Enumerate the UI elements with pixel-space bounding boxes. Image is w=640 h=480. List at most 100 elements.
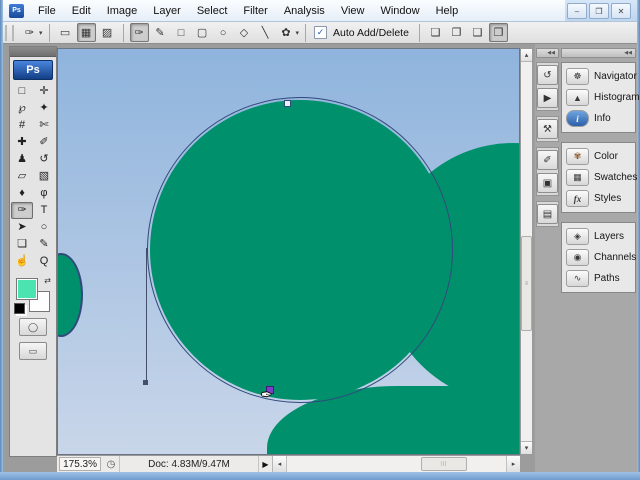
foreground-color-swatch[interactable] xyxy=(16,278,38,300)
menu-analysis[interactable]: Analysis xyxy=(276,2,333,20)
pen-tool-button[interactable]: ✑ xyxy=(129,23,149,42)
anchor-point-top[interactable] xyxy=(284,100,291,107)
clone-source-panel-button[interactable]: ▣ xyxy=(537,173,558,193)
paths-mode-button[interactable]: ▦ xyxy=(76,23,96,42)
notes-tool[interactable]: ❏ xyxy=(11,236,33,253)
move-tool[interactable]: ✛ xyxy=(33,83,55,100)
shape-layers-mode-button[interactable]: ▭ xyxy=(56,23,75,42)
icon-column-collapse-button[interactable]: ◀◀ xyxy=(536,48,559,58)
clone-stamp-tool[interactable]: ♟ xyxy=(11,151,33,168)
swap-colors-icon[interactable]: ⇄ xyxy=(44,276,51,285)
history-brush-tool[interactable]: ↺ xyxy=(33,151,55,168)
fill-pixels-mode-button[interactable]: ▨ xyxy=(98,23,117,42)
vertical-scroll-thumb[interactable]: ≡ xyxy=(521,236,532,331)
minimize-button[interactable]: – xyxy=(567,3,587,19)
menu-filter[interactable]: Filter xyxy=(235,2,275,20)
menu-layer[interactable]: Layer xyxy=(145,2,189,20)
rectangular-marquee-tool[interactable]: □ xyxy=(11,83,33,100)
panel-column-collapse-button[interactable]: ◀◀ xyxy=(561,48,636,58)
gradient-tool[interactable]: ▧ xyxy=(33,168,55,185)
subtract-from-path-area-button[interactable]: ❐ xyxy=(447,23,466,42)
zoom-level-field[interactable]: 175.3% xyxy=(59,457,101,471)
brush-tool[interactable]: ✐ xyxy=(33,134,55,151)
lasso-tool[interactable]: ℘ xyxy=(11,100,33,117)
swatches-panel-item[interactable]: ▦ Swatches xyxy=(564,167,637,188)
type-tool[interactable]: T xyxy=(33,202,55,219)
info-label: Info xyxy=(594,113,611,124)
direction-handle-end[interactable] xyxy=(143,380,148,385)
panel-dock: ◀◀ ↺ ▶ ⚒ ✐ ▣ ▤ ◀◀ ☸ Navigator ▲ Histogra… xyxy=(535,44,640,472)
document-canvas[interactable]: ✒ xyxy=(57,48,520,455)
crop-tool[interactable]: # xyxy=(11,117,33,134)
channels-panel-item[interactable]: ◉ Channels xyxy=(564,247,636,268)
navigator-panel-item[interactable]: ☸ Navigator xyxy=(564,66,637,87)
intersect-path-areas-button[interactable]: ❑ xyxy=(468,23,487,42)
zoom-tool[interactable]: Q xyxy=(33,253,55,270)
menu-edit[interactable]: Edit xyxy=(64,2,99,20)
eraser-tool[interactable]: ▱ xyxy=(11,168,33,185)
line-tool-button[interactable]: ╲ xyxy=(256,23,275,42)
blur-tool[interactable]: ♦ xyxy=(11,185,33,202)
menu-file[interactable]: File xyxy=(30,2,64,20)
menu-window[interactable]: Window xyxy=(372,2,427,20)
close-button[interactable]: ✕ xyxy=(611,3,631,19)
current-tool-icon[interactable]: ✑ xyxy=(20,23,39,42)
dodge-tool[interactable]: φ xyxy=(33,185,55,202)
custom-shape-tool-button[interactable]: ✿ xyxy=(277,23,296,42)
tool-presets-panel-button[interactable]: ⚒ xyxy=(537,119,558,139)
history-panel-button[interactable]: ↺ xyxy=(537,65,558,85)
add-to-path-area-button[interactable]: ❏ xyxy=(426,23,445,42)
layers-panel-item[interactable]: ◈ Layers xyxy=(564,226,633,247)
scroll-up-arrow[interactable]: ▴ xyxy=(521,49,532,62)
brushes-panel-button[interactable]: ✐ xyxy=(537,150,558,170)
ps-logo[interactable]: Ps xyxy=(13,60,53,80)
separator xyxy=(48,23,50,42)
quick-mask-button[interactable]: ◯ xyxy=(19,318,47,336)
scroll-down-arrow[interactable]: ▾ xyxy=(521,441,532,454)
menu-select[interactable]: Select xyxy=(189,2,236,20)
actions-icon: ▶ xyxy=(543,92,552,104)
layer-comps-panel-button[interactable]: ▤ xyxy=(537,204,558,224)
auto-add-delete-checkbox[interactable]: ✓ xyxy=(314,26,328,39)
paths-panel-item[interactable]: ∿ Paths xyxy=(564,268,633,289)
exclude-overlapping-path-areas-button[interactable]: ❒ xyxy=(488,23,508,42)
histogram-panel-item[interactable]: ▲ Histogram xyxy=(564,87,640,108)
color-panel-item[interactable]: ✾ Color xyxy=(564,146,633,167)
styles-panel-item[interactable]: fx Styles xyxy=(564,188,633,209)
menu-help[interactable]: Help xyxy=(428,2,467,20)
scroll-left-arrow[interactable]: ◂ xyxy=(273,456,287,472)
navigator-label: Navigator xyxy=(594,71,637,82)
screen-mode-button[interactable]: ▭ xyxy=(19,342,47,360)
shape-options-dropdown-icon[interactable]: ▾ xyxy=(296,29,300,37)
rectangle-tool-button[interactable]: □ xyxy=(172,23,191,42)
pen-path-outline[interactable] xyxy=(147,97,453,403)
menu-view[interactable]: View xyxy=(333,2,373,20)
magic-wand-tool[interactable]: ✦ xyxy=(33,100,55,117)
healing-brush-tool[interactable]: ✚ xyxy=(11,134,33,151)
scroll-right-arrow[interactable]: ▸ xyxy=(506,456,520,472)
pen-tool[interactable]: ✑ xyxy=(11,202,33,219)
actions-panel-button[interactable]: ▶ xyxy=(537,88,558,108)
polygon-tool-button[interactable]: ◇ xyxy=(235,23,254,42)
freeform-pen-tool-button[interactable]: ✎ xyxy=(151,23,170,42)
toolbox-grip[interactable] xyxy=(10,47,56,57)
eyedropper-icon: ✎ xyxy=(39,238,49,250)
vertical-scrollbar[interactable]: ▴ ≡ ▾ xyxy=(520,48,533,455)
path-selection-tool[interactable]: ➤ xyxy=(11,219,33,236)
app-icon[interactable]: Ps xyxy=(9,3,24,18)
info-panel-item[interactable]: i Info xyxy=(564,108,633,129)
eyedropper-tool[interactable]: ✎ xyxy=(33,236,55,253)
default-colors-icon[interactable] xyxy=(14,303,25,314)
options-bar-grip[interactable] xyxy=(5,24,14,41)
restore-button[interactable]: ❐ xyxy=(589,3,609,19)
rounded-rectangle-tool-button[interactable]: ▢ xyxy=(193,23,212,42)
hand-tool[interactable]: ☝ xyxy=(11,253,33,270)
menu-image[interactable]: Image xyxy=(99,2,146,20)
horizontal-scroll-thumb[interactable]: ||| xyxy=(421,457,467,471)
ellipse-shape-tool[interactable]: ○ xyxy=(33,219,55,236)
horizontal-scrollbar[interactable]: ◂ ||| ▸ xyxy=(272,456,520,472)
tool-preset-dropdown-icon[interactable]: ▾ xyxy=(39,29,43,37)
ellipse-tool-button[interactable]: ○ xyxy=(214,23,233,42)
status-flyout-button[interactable]: ▶ xyxy=(259,456,272,472)
slice-tool[interactable]: ✄ xyxy=(33,117,55,134)
